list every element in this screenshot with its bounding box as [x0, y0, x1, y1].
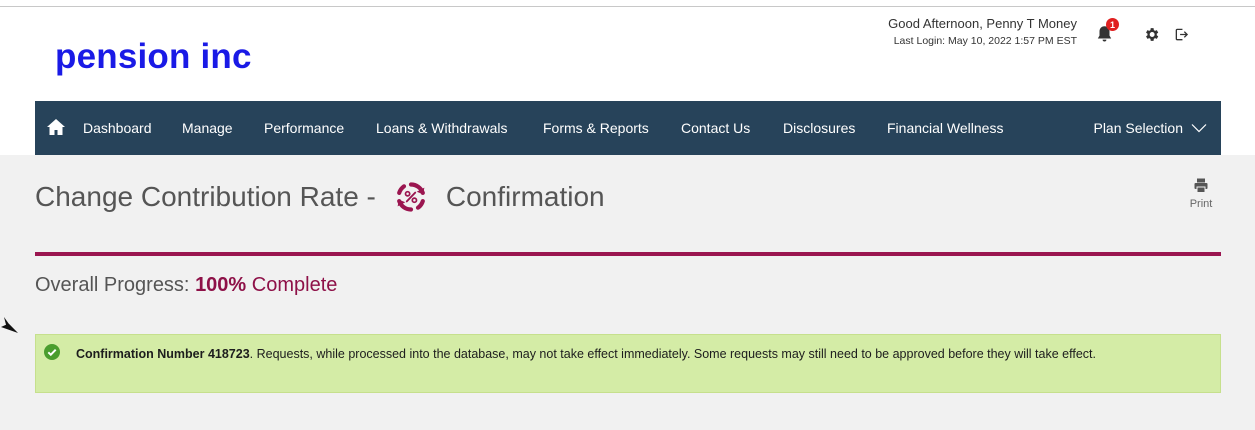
nav-performance[interactable]: Performance	[264, 120, 344, 136]
nav-loans-withdrawals[interactable]: Loans & Withdrawals	[376, 120, 508, 136]
nav-manage[interactable]: Manage	[182, 120, 233, 136]
greeting: Good Afternoon, Penny T Money	[888, 16, 1077, 31]
printer-icon	[1194, 178, 1208, 193]
progress-label: Overall Progress:	[35, 274, 190, 296]
home-icon[interactable]	[46, 118, 66, 136]
notification-badge[interactable]: 1	[1106, 18, 1119, 31]
gear-icon[interactable]	[1140, 23, 1162, 45]
mouse-cursor-icon	[1, 317, 18, 333]
plan-selection-dropdown[interactable]: Plan Selection	[1093, 120, 1207, 136]
header: pension inc Good Afternoon, Penny T Mone…	[0, 7, 1255, 101]
page-title: Change Contribution Rate - Confirmation	[35, 181, 605, 213]
last-login: Last Login: May 10, 2022 1:57 PM EST	[893, 35, 1077, 47]
confirmation-alert: Confirmation Number 418723. Requests, wh…	[35, 334, 1221, 393]
overall-progress: Overall Progress: 100% Complete	[35, 274, 337, 297]
page-title-left: Change Contribution Rate -	[35, 181, 376, 212]
progress-status: Complete	[251, 274, 338, 296]
nav-contact-us[interactable]: Contact Us	[681, 120, 750, 136]
nav-disclosures[interactable]: Disclosures	[783, 120, 855, 136]
main-navigation: Dashboard Manage Performance Loans & Wit…	[35, 101, 1221, 155]
page-title-right: Confirmation	[445, 181, 605, 212]
alert-body: . Requests, while processed into the dat…	[249, 347, 1096, 361]
check-circle-icon	[44, 344, 60, 360]
nav-dashboard[interactable]: Dashboard	[83, 120, 152, 136]
confirmation-number: Confirmation Number 418723	[76, 347, 250, 361]
nav-forms-reports[interactable]: Forms & Reports	[543, 120, 649, 136]
print-label: Print	[1189, 198, 1213, 210]
logo[interactable]: pension inc	[55, 37, 252, 77]
alert-message: Confirmation Number 418723. Requests, wh…	[76, 344, 1206, 364]
section-divider	[35, 252, 1221, 256]
print-button[interactable]: Print	[1183, 178, 1219, 210]
main-content: Change Contribution Rate - Confirmation …	[0, 155, 1255, 430]
chevron-down-icon	[1191, 124, 1207, 133]
plan-selection-label: Plan Selection	[1093, 120, 1183, 136]
nav-financial-wellness[interactable]: Financial Wellness	[887, 120, 1003, 136]
percent-refresh-icon	[396, 182, 425, 212]
logout-icon[interactable]	[1170, 23, 1192, 45]
user-block: Good Afternoon, Penny T Money Last Login…	[888, 16, 1077, 47]
progress-value: 100%	[195, 274, 247, 296]
